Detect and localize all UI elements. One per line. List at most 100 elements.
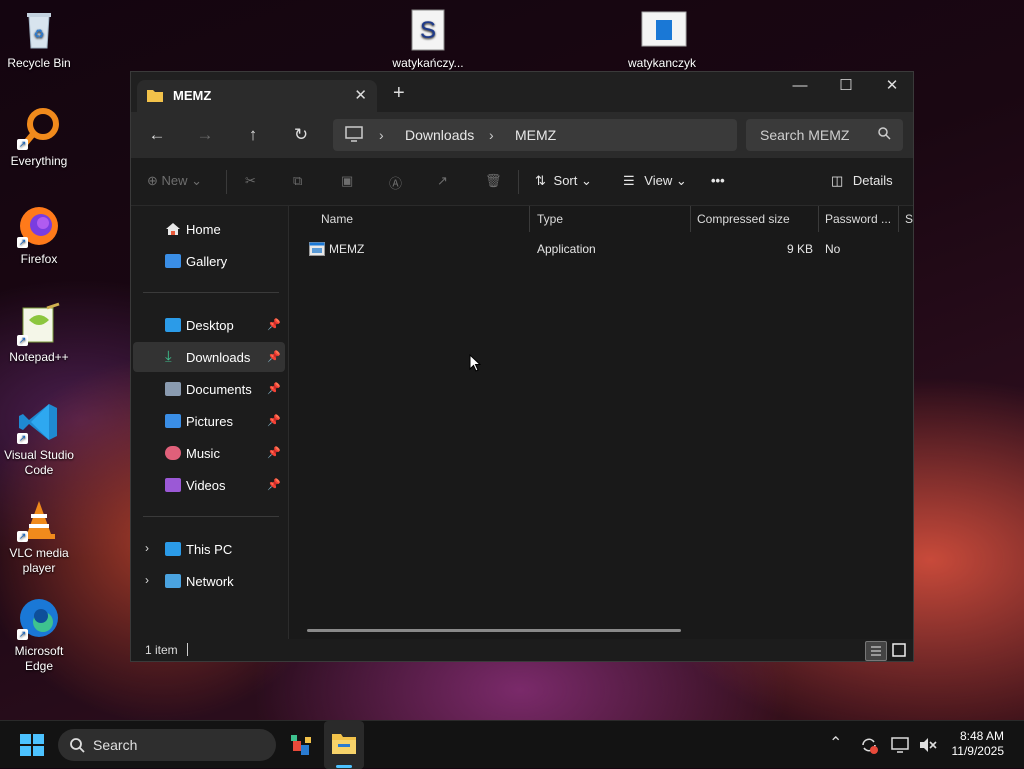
desktop-icon-recycle-bin[interactable]: ♻ Recycle Bin xyxy=(1,8,77,71)
sidebar-item-music[interactable]: Music 📌 xyxy=(133,438,285,468)
breadcrumb-downloads[interactable]: Downloads xyxy=(405,127,474,143)
sidebar-item-this-pc[interactable]: › This PC xyxy=(133,534,285,564)
sidebar-item-desktop[interactable]: Desktop 📌 xyxy=(133,310,285,340)
sidebar-item-gallery[interactable]: Gallery xyxy=(133,246,285,276)
pin-icon[interactable]: 📌 xyxy=(267,446,281,459)
volume-muted-icon[interactable] xyxy=(918,736,938,759)
large-icons-view-button[interactable] xyxy=(889,641,909,659)
network-icon xyxy=(165,574,181,588)
column-header-type[interactable]: Type xyxy=(537,212,563,226)
title-bar: MEMZ ✕ + — ☐ ✕ xyxy=(131,72,913,112)
system-clock[interactable]: 8:48 AM 11/9/2025 xyxy=(952,729,1005,759)
details-button[interactable]: ◫ Details xyxy=(831,173,893,189)
column-divider[interactable] xyxy=(818,206,819,232)
file-explorer-window: MEMZ ✕ + — ☐ ✕ ← → ↑ ↻ › Downloads › MEM… xyxy=(130,71,914,662)
column-header-name[interactable]: Name xyxy=(321,212,353,226)
sidebar-item-documents[interactable]: Documents 📌 xyxy=(133,374,285,404)
desktop-icon-edge[interactable]: ↗ Microsoft Edge xyxy=(1,596,77,674)
divider xyxy=(143,292,279,293)
desktop-icon-watykanczy[interactable]: S watykańczy... xyxy=(390,8,466,71)
divider xyxy=(143,516,279,517)
desktop-icon-everything[interactable]: ↗ Everything xyxy=(1,106,77,169)
column-divider[interactable] xyxy=(690,206,691,232)
sidebar-item-label: Music xyxy=(186,446,220,461)
rename-button[interactable]: Ⓐ xyxy=(389,173,402,192)
taskbar-search[interactable]: Search xyxy=(58,729,276,761)
start-button[interactable] xyxy=(20,734,44,761)
sidebar-item-videos[interactable]: Videos 📌 xyxy=(133,470,285,500)
chevron-up-icon[interactable]: ⌃ xyxy=(829,733,842,753)
horizontal-scrollbar[interactable] xyxy=(307,629,681,632)
copy-button[interactable]: ⧉ xyxy=(293,173,302,189)
maximize-button[interactable]: ☐ xyxy=(823,72,869,102)
column-header-size[interactable]: Si xyxy=(905,212,913,226)
forward-button[interactable]: → xyxy=(193,124,217,148)
column-header-password[interactable]: Password ... xyxy=(825,212,891,226)
share-button[interactable]: ↗ xyxy=(437,173,448,189)
refresh-button[interactable]: ↻ xyxy=(289,124,313,148)
desktop-icon-label: watykańczy... xyxy=(392,56,464,70)
sidebar-item-home[interactable]: Home xyxy=(133,214,285,244)
taskbar-app-paint-icon[interactable] xyxy=(287,731,315,764)
sidebar-item-downloads[interactable]: ⤓ Downloads 📌 xyxy=(133,342,285,372)
pin-icon[interactable]: 📌 xyxy=(267,350,281,363)
desktop-icon-label: VLC media player xyxy=(9,546,69,575)
address-bar[interactable]: › Downloads › MEMZ xyxy=(333,119,737,151)
videos-icon xyxy=(165,478,181,492)
search-input[interactable]: Search MEMZ xyxy=(760,127,849,143)
sidebar-item-pictures[interactable]: Pictures 📌 xyxy=(133,406,285,436)
delete-button[interactable]: 🗑 xyxy=(485,173,502,189)
download-icon: ⤓ xyxy=(165,348,172,365)
pin-icon[interactable]: 📌 xyxy=(267,414,281,427)
home-icon xyxy=(165,222,181,236)
network-status-icon[interactable] xyxy=(890,736,910,759)
column-divider[interactable] xyxy=(529,206,530,232)
monitor-icon[interactable] xyxy=(345,125,363,146)
tab-memz[interactable]: MEMZ ✕ xyxy=(137,80,377,112)
more-options-button[interactable]: ••• xyxy=(711,173,725,188)
status-separator xyxy=(187,643,188,656)
minimize-button[interactable]: — xyxy=(777,72,823,102)
desktop-icon-vlc[interactable]: ↗ VLC media player xyxy=(1,498,77,576)
file-name[interactable]: MEMZ xyxy=(329,242,364,256)
new-button[interactable]: ⊕ New ⌄ xyxy=(147,173,202,189)
breadcrumb-memz[interactable]: MEMZ xyxy=(515,127,556,143)
sort-label: Sort xyxy=(553,173,578,188)
pin-icon[interactable]: 📌 xyxy=(267,478,281,491)
chevron-right-icon[interactable]: › xyxy=(489,127,494,143)
paste-button[interactable]: ▣ xyxy=(341,173,353,189)
sidebar-item-label: Desktop xyxy=(186,318,234,333)
desktop-icon-watykanczyk[interactable]: watykanczyk xyxy=(624,8,700,71)
chevron-right-icon[interactable]: › xyxy=(145,541,149,555)
table-row[interactable]: MEMZ Application 9 KB No xyxy=(289,234,913,264)
shortcut-arrow-icon: ↗ xyxy=(17,335,28,346)
view-button[interactable]: ☰ View ⌄ xyxy=(623,173,687,189)
desktop-icon-firefox[interactable]: ↗ Firefox xyxy=(1,204,77,267)
close-window-button[interactable]: ✕ xyxy=(869,72,915,102)
file-password: No xyxy=(825,242,841,256)
desktop-icon-notepadpp[interactable]: ↗ Notepad++ xyxy=(1,302,77,365)
back-button[interactable]: ← xyxy=(145,124,169,148)
chevron-right-icon[interactable]: › xyxy=(379,127,384,143)
pin-icon[interactable]: 📌 xyxy=(267,382,281,395)
sidebar-item-network[interactable]: › Network xyxy=(133,566,285,596)
new-tab-button[interactable]: + xyxy=(393,82,405,105)
chevron-down-icon: ⌄ xyxy=(191,173,203,188)
up-button[interactable]: ↑ xyxy=(241,124,265,148)
cut-button[interactable]: ✂ xyxy=(245,173,256,189)
sync-icon[interactable] xyxy=(859,735,879,760)
desktop-icon-vscode[interactable]: ↗ Visual Studio Code xyxy=(1,400,77,478)
shortcut-arrow-icon: ↗ xyxy=(17,531,28,542)
new-label: New xyxy=(161,173,188,188)
column-header-compressed-size[interactable]: Compressed size xyxy=(697,212,790,226)
sort-button[interactable]: ⇅ Sort ⌄ xyxy=(535,173,592,189)
close-tab-icon[interactable]: ✕ xyxy=(354,86,367,104)
search-box[interactable]: Search MEMZ xyxy=(746,119,903,151)
details-view-button[interactable] xyxy=(865,641,887,661)
mouse-cursor-icon xyxy=(469,353,482,377)
taskbar-app-file-explorer[interactable] xyxy=(324,721,364,769)
chevron-right-icon[interactable]: › xyxy=(145,573,149,587)
pin-icon[interactable]: 📌 xyxy=(267,318,281,331)
svg-text:♻: ♻ xyxy=(34,27,45,41)
column-divider[interactable] xyxy=(898,206,899,232)
